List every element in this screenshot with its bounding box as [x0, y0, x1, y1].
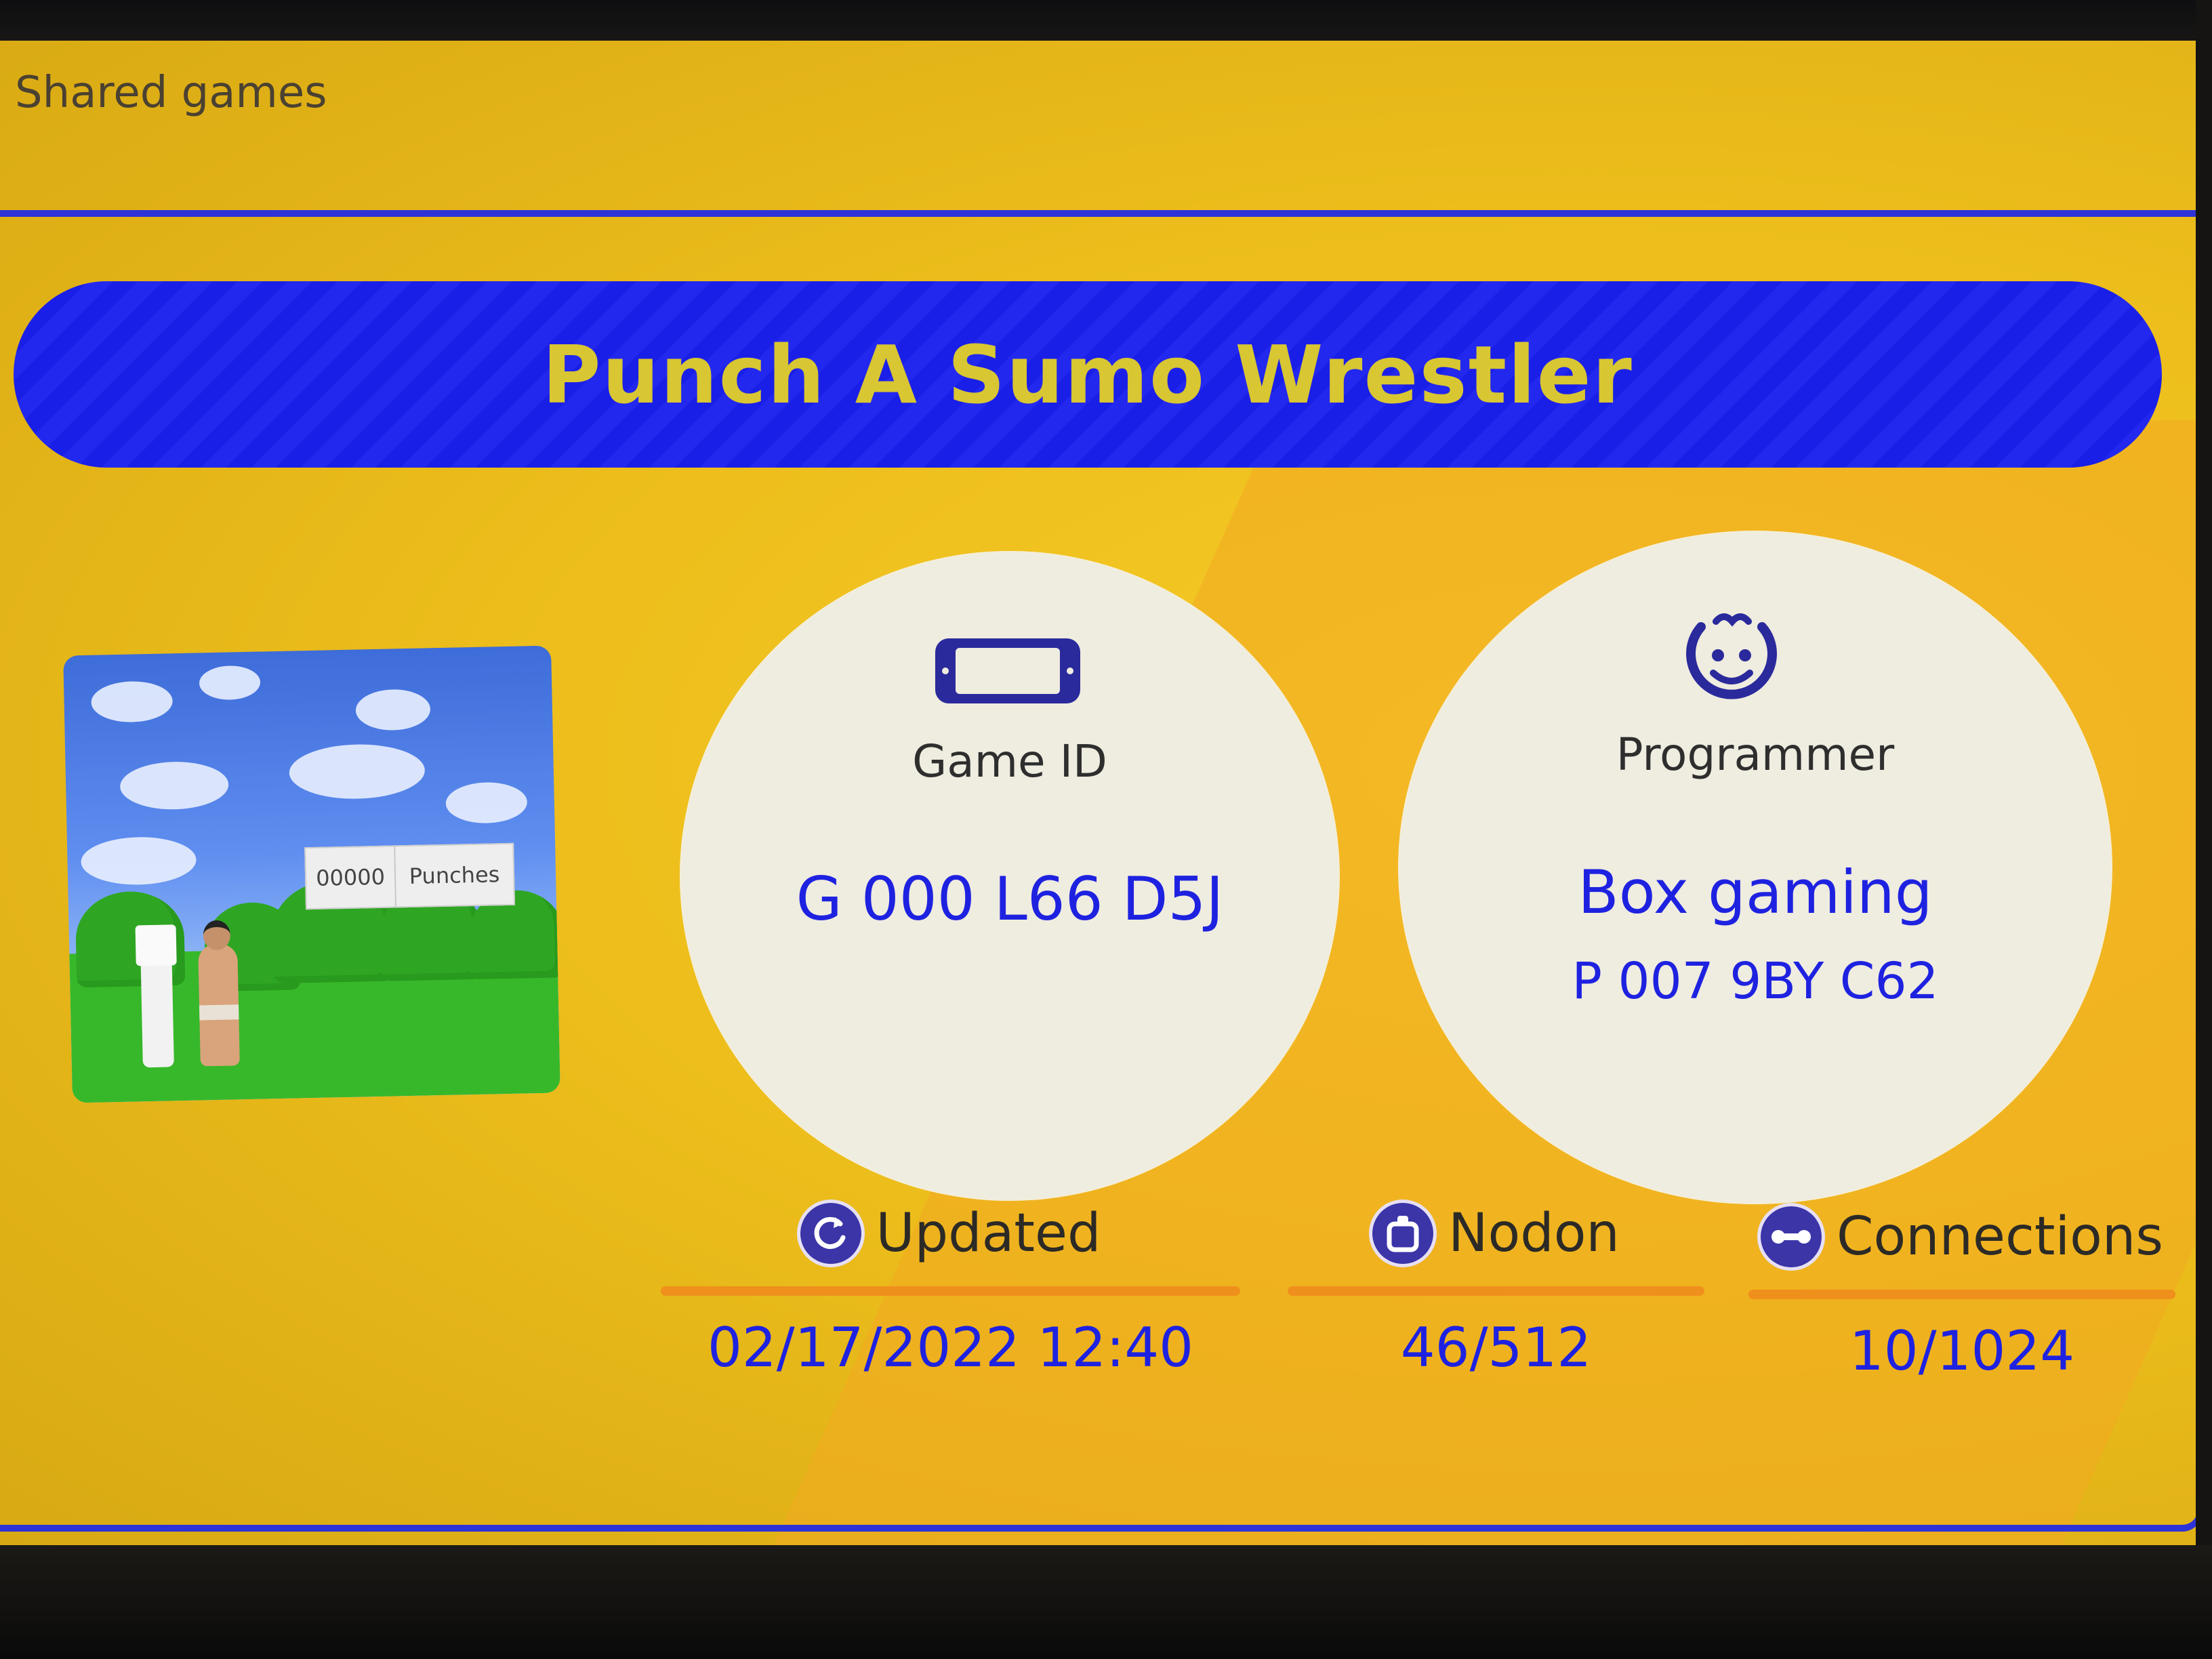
programmer-name[interactable]: Box gaming [1399, 857, 2111, 927]
cloud [445, 781, 528, 824]
game-title-banner: Punch A Sumo Wrestler [14, 281, 2162, 468]
section-title: Shared games [15, 68, 327, 118]
game-id-label: Game ID [912, 735, 1107, 787]
updated-stat: Updated 02/17/2022 12:40 [661, 1200, 1240, 1379]
programmer-id: P 007 9BY C62 [1572, 952, 1939, 1010]
punch-label: Punches [409, 861, 500, 889]
punch-count: 00000 [306, 846, 397, 909]
connections-label: Connections [1837, 1206, 2163, 1267]
programmer-card: Programmer Box gaming P 007 9BY C62 [1399, 532, 2111, 1203]
cloud [90, 680, 173, 723]
cloud [119, 760, 229, 811]
game-details-screen: Shared games Punch A Sumo Wrestler 00000… [0, 41, 2196, 1545]
smiling-face-icon [1686, 613, 1777, 699]
game-id-value: G 000 L66 D5J [796, 864, 1224, 934]
updated-divider [661, 1286, 1240, 1296]
nodon-icon [1372, 1203, 1434, 1264]
connections-stat: Connections 10/1024 [1748, 1203, 2175, 1382]
tv-bezel-bottom [0, 1545, 2212, 1659]
sumo-belt [199, 1004, 239, 1021]
robot-head [135, 924, 177, 966]
updated-value: 02/17/2022 12:40 [707, 1316, 1194, 1379]
connections-value: 10/1024 [1849, 1319, 2075, 1382]
cloud [289, 743, 426, 800]
refresh-icon [800, 1203, 861, 1264]
cloud [355, 689, 431, 731]
programmer-label: Programmer [1616, 729, 1895, 781]
tv-bezel-right [2196, 0, 2212, 1659]
cloud [199, 665, 261, 701]
nodon-stat: Nodon 46/512 [1288, 1200, 1704, 1379]
nodon-label: Nodon [1448, 1203, 1620, 1264]
nodon-value: 46/512 [1400, 1316, 1592, 1379]
connections-divider [1748, 1290, 2175, 1299]
game-thumbnail[interactable]: 00000 Punches [63, 645, 560, 1103]
connection-icon [1761, 1206, 1822, 1267]
game-id-card: Game ID G 000 L66 D5J [681, 552, 1338, 1200]
switch-console-icon [935, 638, 1080, 703]
updated-label: Updated [876, 1203, 1101, 1264]
punch-counter: 00000 Punches [304, 842, 516, 910]
nodon-divider [1288, 1286, 1704, 1296]
game-title: Punch A Sumo Wrestler [542, 327, 1633, 422]
cloud [80, 836, 197, 886]
